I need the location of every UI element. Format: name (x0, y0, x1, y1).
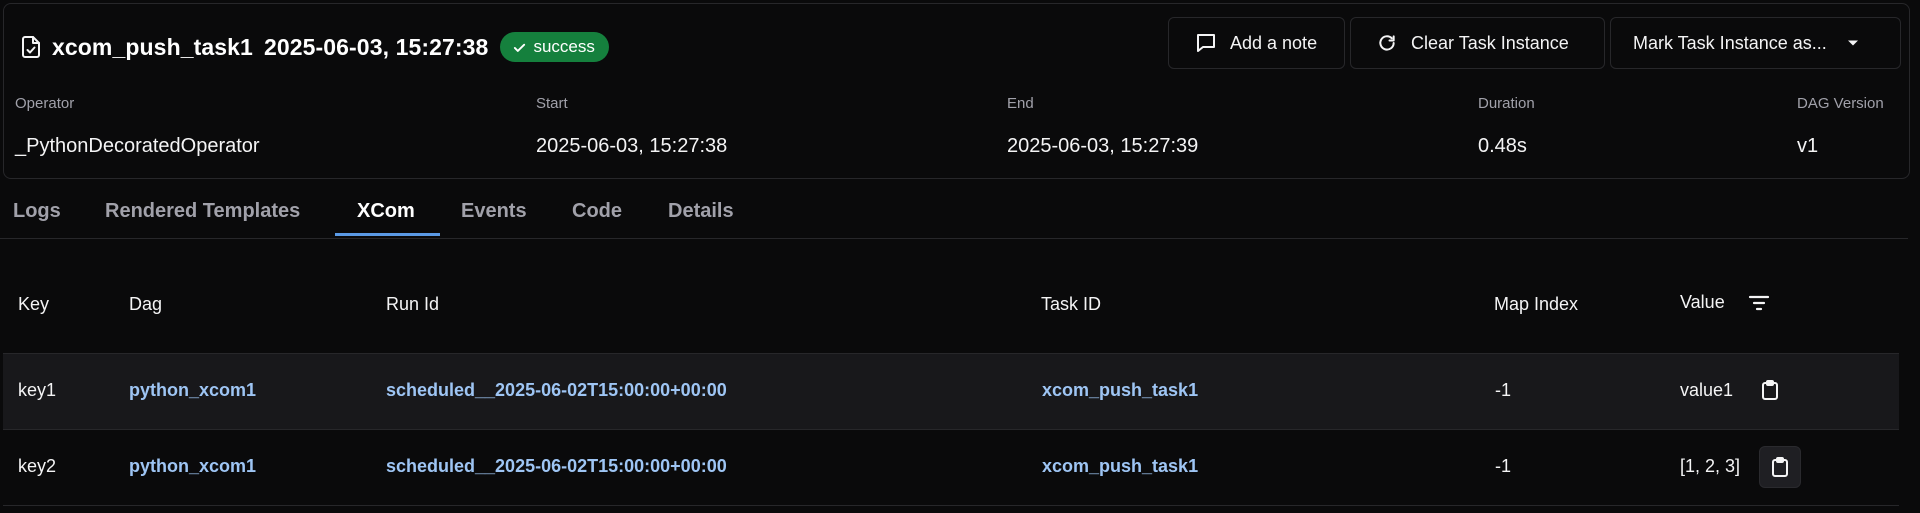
tab-code[interactable]: Code (572, 200, 622, 223)
table-row: key2 python_xcom1 scheduled__2025-06-02T… (3, 429, 1899, 506)
cell-key: key2 (18, 456, 57, 476)
chevron-down-icon (1847, 39, 1859, 47)
end-value: 2025-06-03, 15:27:39 (1007, 135, 1199, 157)
filter-lines-icon[interactable] (1748, 294, 1770, 312)
cell-map-index: -1 (1495, 380, 1512, 400)
task-datetime: 2025-06-03, 15:27:38 (263, 33, 489, 60)
duration-label: Duration (1478, 95, 1535, 112)
cell-run-id-link[interactable]: scheduled__2025-06-02T15:00:00+00:00 (386, 456, 727, 477)
start-label: Start (536, 95, 568, 112)
rotate-cw-icon (1377, 33, 1397, 53)
start-value: 2025-06-03, 15:27:38 (536, 135, 728, 157)
clipboard-icon[interactable] (1759, 446, 1801, 488)
tab-rendered-templates[interactable]: Rendered Templates (105, 200, 300, 223)
task-instance-header-card: xcom_push_task1 2025-06-03, 15:27:38 succ… (3, 3, 1910, 179)
operator-value: _PythonDecoratedOperator (15, 135, 260, 157)
message-square-icon (1194, 31, 1218, 55)
cell-value: value1 (1680, 380, 1734, 400)
tab-details[interactable]: Details (668, 200, 734, 223)
status-badge: success (500, 32, 609, 62)
task-tabs: Logs Rendered Templates XCom Events Code… (0, 188, 1908, 239)
status-text: success (533, 37, 595, 56)
cell-dag-link[interactable]: python_xcom1 (129, 456, 256, 477)
tab-events[interactable]: Events (461, 200, 527, 223)
clipboard-icon[interactable] (1751, 371, 1789, 409)
mark-task-instance-dropdown[interactable]: Mark Task Instance as... (1610, 17, 1901, 69)
cell-task-id-link[interactable]: xcom_push_task1 (1042, 380, 1198, 401)
file-check-icon (20, 35, 42, 59)
task-header: xcom_push_task1 2025-06-03, 15:27:38 succ… (20, 30, 609, 64)
dag-version-value: v1 (1797, 135, 1819, 157)
clear-task-instance-label: Clear Task Instance (1411, 32, 1569, 53)
task-title: xcom_push_task1 2025-06-03, 15:27:38 (52, 34, 488, 61)
column-header-value[interactable]: Value (1680, 292, 1725, 313)
tab-logs[interactable]: Logs (13, 200, 61, 223)
clear-task-instance-button[interactable]: Clear Task Instance (1350, 17, 1605, 69)
cell-task-id-link[interactable]: xcom_push_task1 (1042, 456, 1198, 477)
cell-map-index: -1 (1495, 456, 1512, 476)
dag-version-label: DAG Version (1797, 95, 1884, 112)
active-tab-indicator (335, 233, 440, 236)
cell-key: key1 (18, 380, 57, 400)
duration-value: 0.48s (1478, 135, 1527, 157)
add-note-label: Add a note (1230, 32, 1318, 53)
end-label: End (1007, 95, 1034, 112)
column-header-run-id[interactable]: Run Id (386, 294, 439, 315)
check-icon (512, 40, 527, 55)
column-header-dag[interactable]: Dag (129, 294, 162, 315)
cell-run-id-link[interactable]: scheduled__2025-06-02T15:00:00+00:00 (386, 380, 727, 401)
operator-label: Operator (15, 95, 75, 112)
add-note-button[interactable]: Add a note (1168, 17, 1345, 69)
mark-task-instance-label: Mark Task Instance as... (1633, 32, 1827, 53)
tab-xcom[interactable]: XCom (357, 200, 415, 223)
table-row: key1 python_xcom1 scheduled__2025-06-02T… (3, 353, 1899, 429)
column-header-task-id[interactable]: Task ID (1041, 294, 1101, 315)
task-name: xcom_push_task1 (52, 33, 253, 60)
cell-dag-link[interactable]: python_xcom1 (129, 380, 256, 401)
column-header-map-index[interactable]: Map Index (1494, 294, 1578, 315)
cell-value: [1, 2, 3] (1680, 456, 1741, 476)
column-header-key[interactable]: Key (18, 294, 49, 315)
